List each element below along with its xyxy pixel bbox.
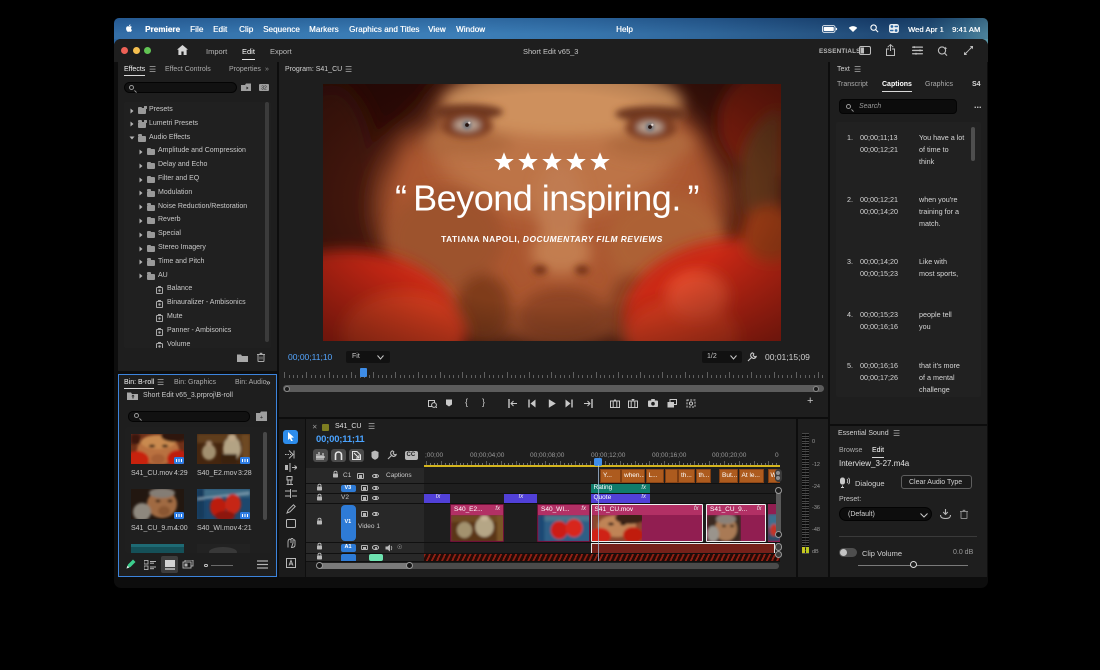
svg-text:+: +: [260, 415, 263, 421]
svg-text:“ Beyond inspiring. ”: “ Beyond inspiring. ”: [395, 178, 699, 219]
svg-text:TATIANA NAPOLI, DOCUMENTARY FI: TATIANA NAPOLI, DOCUMENTARY FILM REVIEWS: [441, 234, 663, 244]
svg-text:32: 32: [261, 86, 267, 92]
